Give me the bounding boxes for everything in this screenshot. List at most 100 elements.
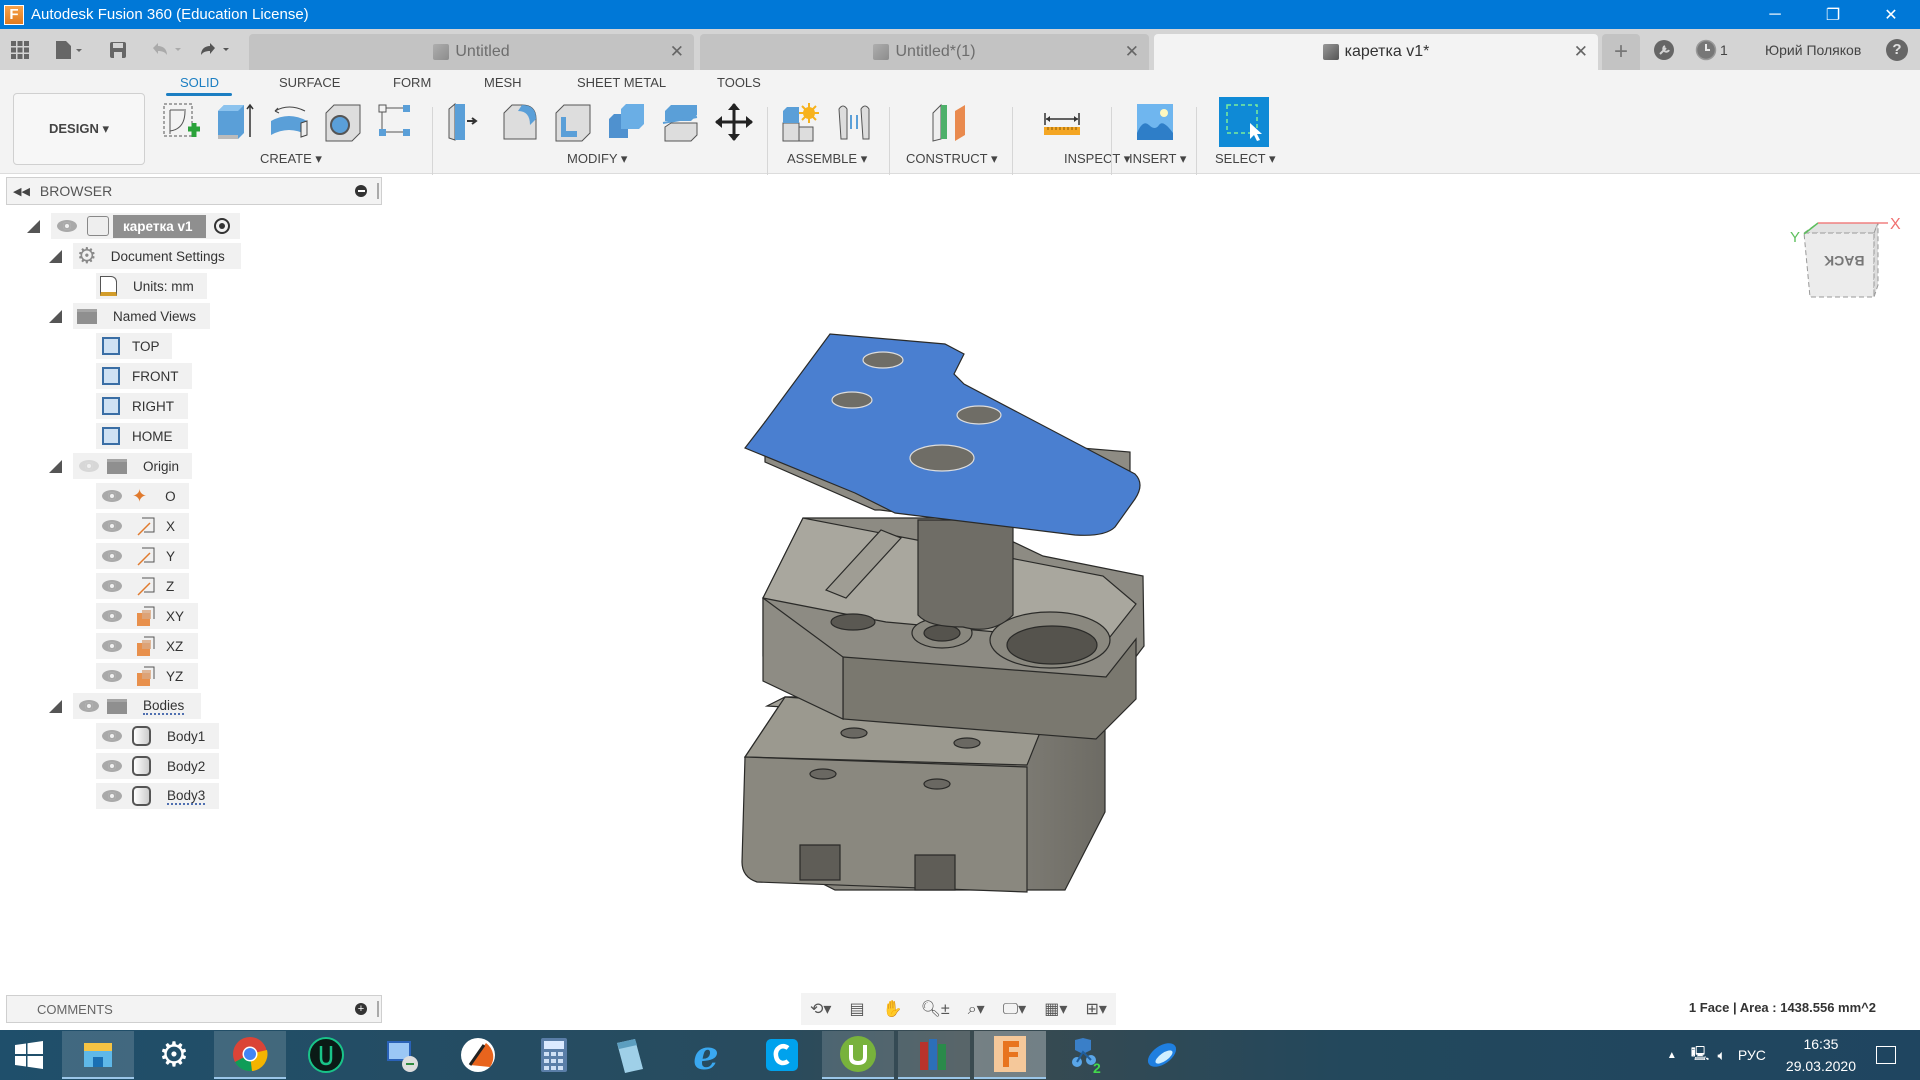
tree-item-bodies[interactable]: Bodies xyxy=(73,693,201,719)
taskbar-remote-desktop[interactable] xyxy=(366,1031,438,1079)
body-item-body3[interactable]: Body3 xyxy=(96,783,219,809)
expand-origin-icon[interactable] xyxy=(49,460,62,473)
body-item-body1[interactable]: Body1 xyxy=(96,723,219,749)
body-item-body2[interactable]: Body2 xyxy=(96,753,219,779)
pattern-button[interactable] xyxy=(374,100,418,144)
construct-menu[interactable]: CONSTRUCT ▾ xyxy=(906,151,998,167)
tab-surface[interactable]: SURFACE xyxy=(279,75,340,90)
help-button[interactable]: ? xyxy=(1886,29,1908,70)
collapse-browser-icon[interactable]: ◀◀ xyxy=(13,185,30,198)
save-button[interactable] xyxy=(103,35,133,65)
origin-plane-xz[interactable]: XZ xyxy=(96,633,198,659)
move-copy-button[interactable] xyxy=(712,100,756,144)
extrude-button[interactable] xyxy=(213,100,257,144)
inspect-menu[interactable]: INSPECT ▾ xyxy=(1064,151,1130,167)
taskbar-app-orange[interactable] xyxy=(442,1031,514,1079)
panel-resize-handle[interactable] xyxy=(377,1001,379,1017)
visibility-eye-icon[interactable] xyxy=(102,790,122,802)
origin-point-o[interactable]: ✦ O xyxy=(96,483,189,509)
origin-axis-y[interactable]: Y xyxy=(96,543,189,569)
taskbar-calculator[interactable] xyxy=(518,1031,590,1079)
clock[interactable]: 16:35 29.03.2020 xyxy=(1786,1033,1856,1077)
taskbar-books[interactable] xyxy=(898,1031,970,1079)
taskbar-settings[interactable]: ⚙ xyxy=(138,1031,210,1079)
fit-icon[interactable]: ⌕▾ xyxy=(968,999,985,1019)
tab-karetka-v1[interactable]: каретка v1* ✕ xyxy=(1154,34,1598,70)
workspace-switcher[interactable]: DESIGN ▾ xyxy=(13,93,145,165)
tab-solid[interactable]: SOLID xyxy=(180,75,219,90)
visibility-eye-icon[interactable] xyxy=(102,610,122,622)
origin-plane-xy[interactable]: XY xyxy=(96,603,198,629)
create-menu[interactable]: CREATE ▾ xyxy=(260,151,322,167)
tree-item-origin[interactable]: Origin xyxy=(73,453,192,479)
network-icon[interactable]: 🖳 xyxy=(1691,1043,1710,1067)
visibility-eye-icon[interactable] xyxy=(102,760,122,772)
create-sketch-button[interactable] xyxy=(160,100,204,144)
show-hidden-icons[interactable]: ▲ xyxy=(1667,1050,1677,1061)
expand-root-icon[interactable] xyxy=(27,220,40,233)
origin-axis-x[interactable]: X xyxy=(96,513,189,539)
hole-button[interactable] xyxy=(321,100,365,144)
assemble-menu[interactable]: ASSEMBLE ▾ xyxy=(787,151,867,167)
grid-settings-icon[interactable]: ▦▾ xyxy=(1044,999,1067,1019)
taskbar-fusion-360[interactable] xyxy=(974,1031,1046,1079)
visibility-eye-icon[interactable] xyxy=(102,520,122,532)
taskbar-file-explorer[interactable] xyxy=(62,1031,134,1079)
visibility-eye-icon[interactable] xyxy=(102,550,122,562)
visibility-eye-icon[interactable] xyxy=(57,220,77,232)
close-window-button[interactable]: ✕ xyxy=(1862,0,1920,29)
tab-sheet-metal[interactable]: SHEET METAL xyxy=(577,75,666,90)
origin-plane-yz[interactable]: YZ xyxy=(96,663,198,689)
activate-radio-icon[interactable] xyxy=(214,218,231,234)
panel-resize-handle[interactable] xyxy=(377,183,379,199)
job-status-button[interactable]: 1 xyxy=(1695,29,1728,70)
tab-tools[interactable]: TOOLS xyxy=(717,75,761,90)
taskbar-utorrent[interactable] xyxy=(822,1031,894,1079)
minimize-button[interactable]: ─ xyxy=(1746,0,1804,29)
tree-item-document-settings[interactable]: ⚙ Document Settings xyxy=(73,243,241,269)
taskbar-app-c[interactable] xyxy=(746,1031,818,1079)
tab-mesh[interactable]: MESH xyxy=(484,75,522,90)
close-tab-icon[interactable]: ✕ xyxy=(1125,42,1139,62)
tree-item-named-views[interactable]: Named Views xyxy=(73,303,210,329)
close-tab-icon[interactable]: ✕ xyxy=(670,42,684,62)
insert-menu[interactable]: INSERT ▾ xyxy=(1129,151,1186,167)
shell-button[interactable] xyxy=(551,100,595,144)
expand-named-views-icon[interactable] xyxy=(49,310,62,323)
expand-bodies-icon[interactable] xyxy=(49,700,62,713)
taskbar-internet-explorer[interactable]: e xyxy=(670,1031,742,1079)
apps-grid-icon[interactable] xyxy=(5,35,35,65)
browser-collapse-button[interactable] xyxy=(355,185,367,197)
new-component-button[interactable] xyxy=(778,100,822,144)
look-at-icon[interactable]: ▤ xyxy=(849,999,864,1019)
new-tab-button[interactable]: + xyxy=(1602,34,1640,70)
undo-button[interactable] xyxy=(145,35,189,65)
origin-axis-z[interactable]: Z xyxy=(96,573,189,599)
taskbar-molecule[interactable]: 2 xyxy=(1050,1031,1122,1079)
hidden-eye-icon[interactable] xyxy=(79,460,99,472)
zoom-icon[interactable]: 🔍︎± xyxy=(921,999,950,1019)
split-face-button[interactable] xyxy=(658,100,702,144)
orbit-icon[interactable]: ⟲▾ xyxy=(810,999,831,1019)
joint-button[interactable] xyxy=(832,100,876,144)
select-menu[interactable]: SELECT ▾ xyxy=(1215,151,1275,167)
insert-image-button[interactable] xyxy=(1133,100,1177,144)
tab-form[interactable]: FORM xyxy=(393,75,431,90)
notifications-icon[interactable] xyxy=(1876,1046,1896,1064)
visibility-eye-icon[interactable] xyxy=(102,730,122,742)
named-view-right[interactable]: RIGHT xyxy=(96,393,188,419)
close-tab-icon[interactable]: ✕ xyxy=(1574,42,1588,62)
expand-document-settings-icon[interactable] xyxy=(49,250,62,263)
maximize-button[interactable]: ❐ xyxy=(1804,0,1862,29)
tree-root-component[interactable]: каретка v1 xyxy=(51,213,240,239)
visibility-eye-icon[interactable] xyxy=(79,700,99,712)
volume-icon[interactable]: 🔈︎ xyxy=(1717,1047,1725,1064)
named-view-front[interactable]: FRONT xyxy=(96,363,192,389)
combine-button[interactable] xyxy=(604,100,648,144)
taskbar-uplay[interactable] xyxy=(290,1031,362,1079)
taskbar-app-blue[interactable] xyxy=(1126,1031,1198,1079)
tab-untitled-1[interactable]: Untitled*(1) ✕ xyxy=(700,34,1149,70)
add-comment-button[interactable]: + xyxy=(355,1003,367,1015)
user-account-button[interactable]: Юрий Поляков xyxy=(1765,29,1861,70)
select-button[interactable] xyxy=(1219,97,1269,147)
